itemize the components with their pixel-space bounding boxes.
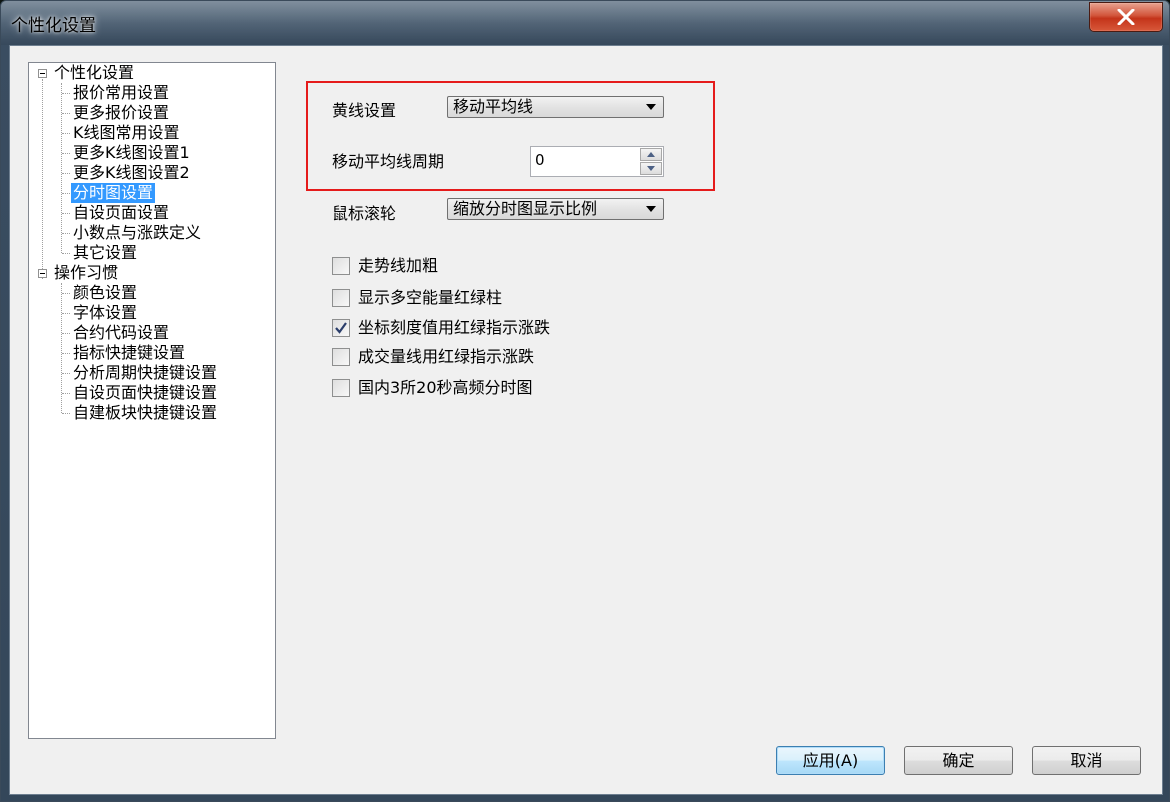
tree-item-label: 其它设置 [73,243,138,262]
close-icon [1117,9,1135,25]
tree-item-label: 字体设置 [73,303,138,322]
tree-item-label: 报价常用设置 [73,83,170,102]
checkmark-icon [335,322,347,334]
tree-item-label: 更多K线图设置1 [73,143,190,162]
close-button[interactable] [1089,2,1163,32]
tree-item-label-selected: 分时图设置 [71,183,156,203]
checkbox-label: 坐标刻度值用红绿指示涨跌 [358,318,551,337]
window-title: 个性化设置 [11,16,96,36]
tree-item-label: 更多报价设置 [73,103,170,122]
tree-item-label: K线图常用设置 [73,123,180,142]
yellow-line-select[interactable]: 移动平均线 [447,96,664,118]
settings-window: 个性化设置 个性化设置 报价常用设置 更多报价设置 K线图常用设置 更多K线图设… [0,0,1170,802]
dropdown-arrow-icon [646,104,656,110]
collapse-toggle-icon[interactable] [38,269,47,278]
tree-item-label: 自建板块快捷键设置 [73,403,218,422]
yellow-line-value: 移动平均线 [453,97,534,116]
arrow-down-icon [647,166,655,171]
checkbox-box[interactable] [332,348,350,366]
checkbox-box[interactable] [332,257,350,275]
ma-period-label: 移动平均线周期 [332,152,445,171]
tree-item-label: 自设页面设置 [73,203,170,222]
cancel-button[interactable]: 取消 [1032,746,1141,775]
tree-group-label: 个性化设置 [54,63,135,82]
checkbox-box[interactable] [332,289,350,307]
spin-down-button[interactable] [640,162,662,175]
checkbox-label: 成交量线用红绿指示涨跌 [358,347,535,366]
yellow-line-label: 黄线设置 [332,101,397,120]
tree-connector [42,79,43,279]
collapse-toggle-icon[interactable] [38,69,47,78]
tree-item-label: 合约代码设置 [73,323,170,342]
tree-item-label: 自设页面快捷键设置 [73,383,218,402]
mouse-wheel-label: 鼠标滚轮 [332,204,397,223]
tree-connector [61,83,62,253]
apply-button[interactable]: 应用(A) [776,746,885,775]
tree-item-label: 颜色设置 [73,283,138,302]
dialog-client-area: 个性化设置 报价常用设置 更多报价设置 K线图常用设置 更多K线图设置1 更多K… [9,45,1163,795]
checkbox-box[interactable] [332,379,350,397]
spin-up-button[interactable] [640,148,662,161]
checkbox-box-checked[interactable] [332,319,350,337]
checkbox-label: 显示多空能量红绿柱 [358,288,503,307]
tree-item-label: 小数点与涨跌定义 [73,223,202,242]
tree-group-label: 操作习惯 [54,263,119,282]
tree-item-label: 分析周期快捷键设置 [73,363,218,382]
checkbox-label: 国内3所20秒高频分时图 [358,378,533,397]
mouse-wheel-value: 缩放分时图显示比例 [453,199,598,218]
tree-item-label: 指标快捷键设置 [73,343,186,362]
ok-button[interactable]: 确定 [904,746,1013,775]
ma-period-value: 0 [535,151,545,169]
tree-item-label: 更多K线图设置2 [73,163,190,182]
arrow-up-icon [647,152,655,157]
title-bar[interactable]: 个性化设置 [1,1,1169,45]
dropdown-arrow-icon [646,206,656,212]
settings-tree[interactable]: 个性化设置 报价常用设置 更多报价设置 K线图常用设置 更多K线图设置1 更多K… [28,62,276,739]
mouse-wheel-select[interactable]: 缩放分时图显示比例 [447,198,664,220]
ma-period-spinner[interactable]: 0 [530,146,664,177]
checkbox-label: 走势线加粗 [358,256,439,275]
